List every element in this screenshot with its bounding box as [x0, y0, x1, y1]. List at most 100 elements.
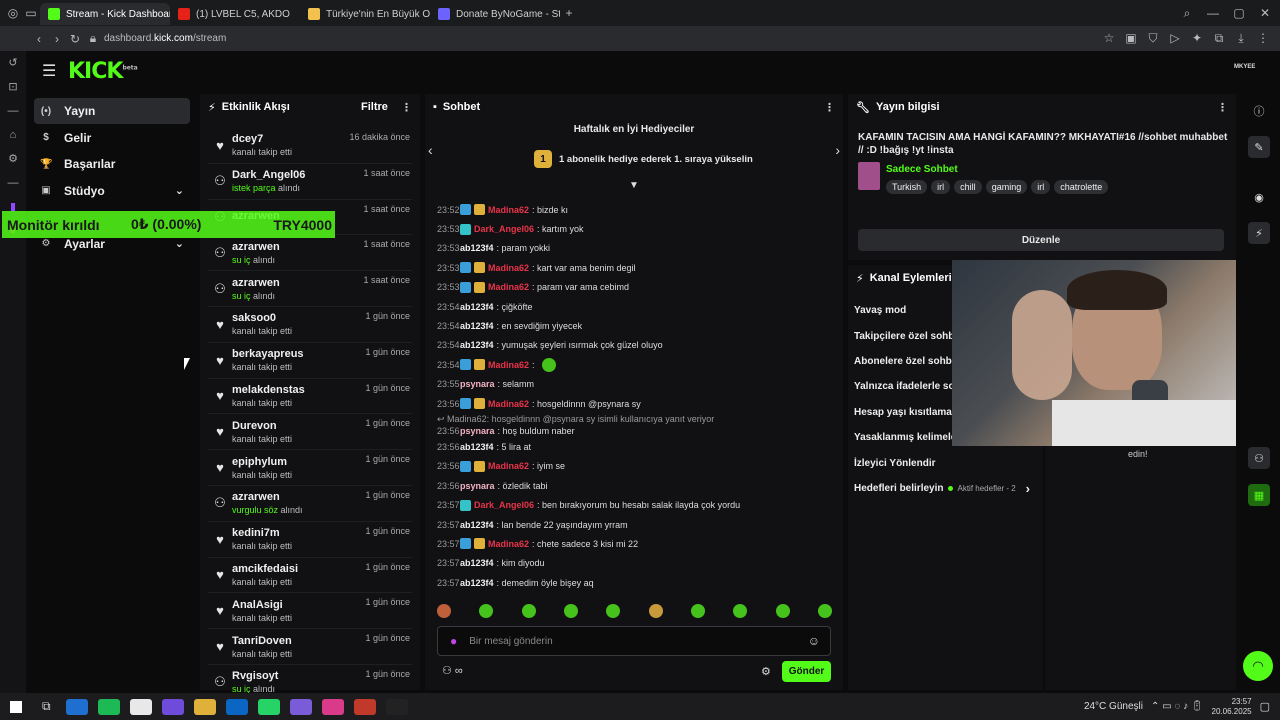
message-username[interactable]: Dark_Angel06	[474, 224, 534, 234]
new-tab-button[interactable]: +	[560, 6, 578, 20]
chat-message[interactable]: 23:57 ab123f4: kim diyodu	[437, 554, 837, 573]
more-icon[interactable]: ⋮	[824, 101, 835, 114]
message-username[interactable]: ab123f4	[460, 520, 494, 530]
info-icon[interactable]: ⓘ	[1248, 100, 1270, 122]
activity-item[interactable]: ♥ epiphylum kanalı takip etti 1 gün önce	[208, 450, 412, 486]
url-field[interactable]: dashboard.kick.com/stream	[104, 33, 226, 44]
channel-action[interactable]: İzleyici Yönlendir	[854, 450, 1036, 475]
extension-icon[interactable]: ✦	[1188, 31, 1206, 46]
message-username[interactable]: ab123f4	[460, 578, 494, 588]
more-icon[interactable]: ⋮	[1217, 101, 1228, 114]
reading-list-icon[interactable]: ⊡	[8, 75, 17, 99]
chat-message[interactable]: 23:53 ab123f4: param yokki	[437, 239, 837, 258]
emote-icon[interactable]	[606, 604, 621, 618]
emote-icon[interactable]	[437, 604, 451, 618]
chat-message[interactable]: 23:56 psynara: özledik tabi	[437, 476, 837, 495]
activity-item[interactable]: ♥ Durevon kanalı takip etti 1 gün önce	[208, 414, 412, 451]
message-username[interactable]: ab123f4	[460, 243, 494, 253]
browser-tab[interactable]: Stream - Kick Dashboard	[40, 3, 170, 25]
chat-message[interactable]: 23:57 ab123f4: demedim öyle bişey aq	[437, 573, 837, 592]
app-icon[interactable]	[353, 698, 376, 715]
hamburger-icon[interactable]: ☰	[42, 61, 56, 81]
whatsapp-icon[interactable]	[257, 698, 280, 715]
browser-tab[interactable]: Donate ByNoGame - Stre	[430, 3, 560, 25]
activity-item[interactable]: ⚇ azrarwen vurgulu söz alındı 1 gün önce	[208, 486, 412, 522]
emote-icon[interactable]	[521, 604, 536, 618]
nav-item-0[interactable]: (•) Yayın	[34, 98, 190, 124]
clock[interactable]: 23:57 20.06.2025	[1212, 697, 1252, 717]
chat-message[interactable]: 23:54 ab123f4: çiğköfte	[437, 297, 837, 316]
activity-item[interactable]: ♥ TanriDoven kanalı takip etti 1 gün önce	[208, 629, 412, 665]
chevron-left-icon[interactable]: ‹	[428, 142, 433, 158]
message-username[interactable]: psynara	[460, 379, 495, 389]
nav-item-3[interactable]: ▣ Stüdyo ⌄	[34, 178, 190, 204]
message-username[interactable]: ab123f4	[460, 321, 494, 331]
message-username[interactable]: ab123f4	[460, 442, 494, 452]
chat-message[interactable]: 23:54 ab123f4: yumuşak şeyleri ısırmak ço…	[437, 336, 837, 355]
play-icon[interactable]: ▷	[1166, 31, 1184, 46]
stream-tag[interactable]: Turkish	[886, 180, 928, 194]
stream-tag[interactable]: irl	[1031, 180, 1051, 194]
edit-button[interactable]: Düzenle	[858, 229, 1224, 251]
clip-icon[interactable]: ▦	[1248, 484, 1270, 506]
activity-item[interactable]: ⚇ azrarwen su iç alındı 1 saat önce	[208, 271, 412, 307]
nav-item-1[interactable]: $ Gelir	[34, 125, 190, 151]
app-icon[interactable]	[161, 698, 184, 715]
browser-tab[interactable]: Türkiye'nin En Büyük Oy	[300, 3, 430, 25]
emote-icon[interactable]	[817, 604, 832, 618]
instagram-icon[interactable]	[321, 698, 344, 715]
activity-item[interactable]: ⚇ Dark_Angel06 istek parça alındı 1 saat ön…	[208, 164, 412, 200]
app-icon[interactable]	[289, 698, 312, 715]
message-username[interactable]: psynara	[460, 426, 495, 436]
camera-icon[interactable]: ◉	[1248, 186, 1270, 208]
store-icon[interactable]	[129, 698, 152, 715]
message-username[interactable]: Madina62	[488, 399, 529, 409]
download-icon[interactable]: ⤓	[1232, 31, 1250, 46]
message-username[interactable]: Madina62	[488, 205, 529, 215]
notification-icon[interactable]: ▢	[1260, 700, 1270, 713]
stream-tag[interactable]: chill	[954, 180, 982, 194]
more-icon[interactable]: ⋮	[401, 101, 412, 114]
settings-icon[interactable]: ⚙	[8, 147, 18, 171]
filter-button[interactable]: Filtre	[361, 101, 388, 113]
stream-tag[interactable]: irl	[931, 180, 951, 194]
collapse-icon[interactable]: ▼	[629, 180, 639, 191]
browser-tab[interactable]: (1) LVBEL C5, AKDO	[170, 3, 300, 25]
chevron-right-icon[interactable]: ›	[835, 142, 840, 158]
shield-icon[interactable]: ⛉	[1144, 31, 1162, 46]
message-username[interactable]: ab123f4	[460, 340, 494, 350]
message-username[interactable]: psynara	[460, 481, 495, 491]
tray-icons[interactable]: ⌃ ▭ ◌ ♪ 🔋︎	[1151, 701, 1204, 712]
flash-icon[interactable]: ⚡︎	[1248, 222, 1270, 244]
chat-message[interactable]: 23:53 Dark_Angel06: kartım yok	[437, 219, 837, 238]
emote-icon[interactable]	[479, 604, 494, 618]
kick-logo[interactable]: KICKbeta	[68, 59, 138, 84]
emote-icon[interactable]	[563, 604, 578, 618]
chat-message[interactable]: 23:57 Madina62: chete sadece 3 kisi mi 22	[437, 534, 837, 553]
activity-item[interactable]: ♥ kedini7m kanalı takip etti 1 gün önce	[208, 522, 412, 558]
obs-icon[interactable]	[385, 698, 408, 715]
emote-icon[interactable]	[690, 604, 705, 618]
close-icon[interactable]: ✕	[1256, 6, 1274, 21]
message-username[interactable]: Madina62	[488, 263, 529, 273]
tab-actions-icon[interactable]: ▭	[22, 6, 40, 20]
stream-tag[interactable]: chatrolette	[1054, 180, 1109, 194]
users-icon[interactable]: ⚇	[1248, 447, 1270, 469]
emote-icon[interactable]	[733, 604, 748, 618]
chat-input[interactable]: ● Bir mesaj gönderin ☺	[437, 626, 831, 656]
reload-icon[interactable]: ↻	[66, 32, 84, 46]
emoji-icon[interactable]: ☺	[808, 634, 820, 648]
chat-message[interactable]: 23:56 Madina62: hosgeldinnn @psynara sy	[437, 394, 837, 413]
message-username[interactable]: Madina62	[488, 360, 529, 370]
message-username[interactable]: Madina62	[488, 539, 529, 549]
chat-message[interactable]: 23:56 psynara: hoş buldum naber	[437, 425, 837, 437]
edit-icon[interactable]: ✎	[1248, 136, 1270, 158]
chat-message[interactable]: 23:56 Madina62: iyim se	[437, 457, 837, 476]
forward-icon[interactable]: ›	[48, 32, 66, 46]
support-button[interactable]: ◠	[1243, 651, 1273, 681]
history-icon[interactable]: ↺	[8, 51, 17, 75]
back-icon[interactable]: ‹	[30, 32, 48, 46]
activity-item[interactable]: ♥ dcey7 kanalı takip etti 16 dakika önce	[208, 128, 412, 164]
message-username[interactable]: Madina62	[488, 282, 529, 292]
chat-message[interactable]: 23:53 Madina62: param var ama cebimd	[437, 278, 837, 297]
